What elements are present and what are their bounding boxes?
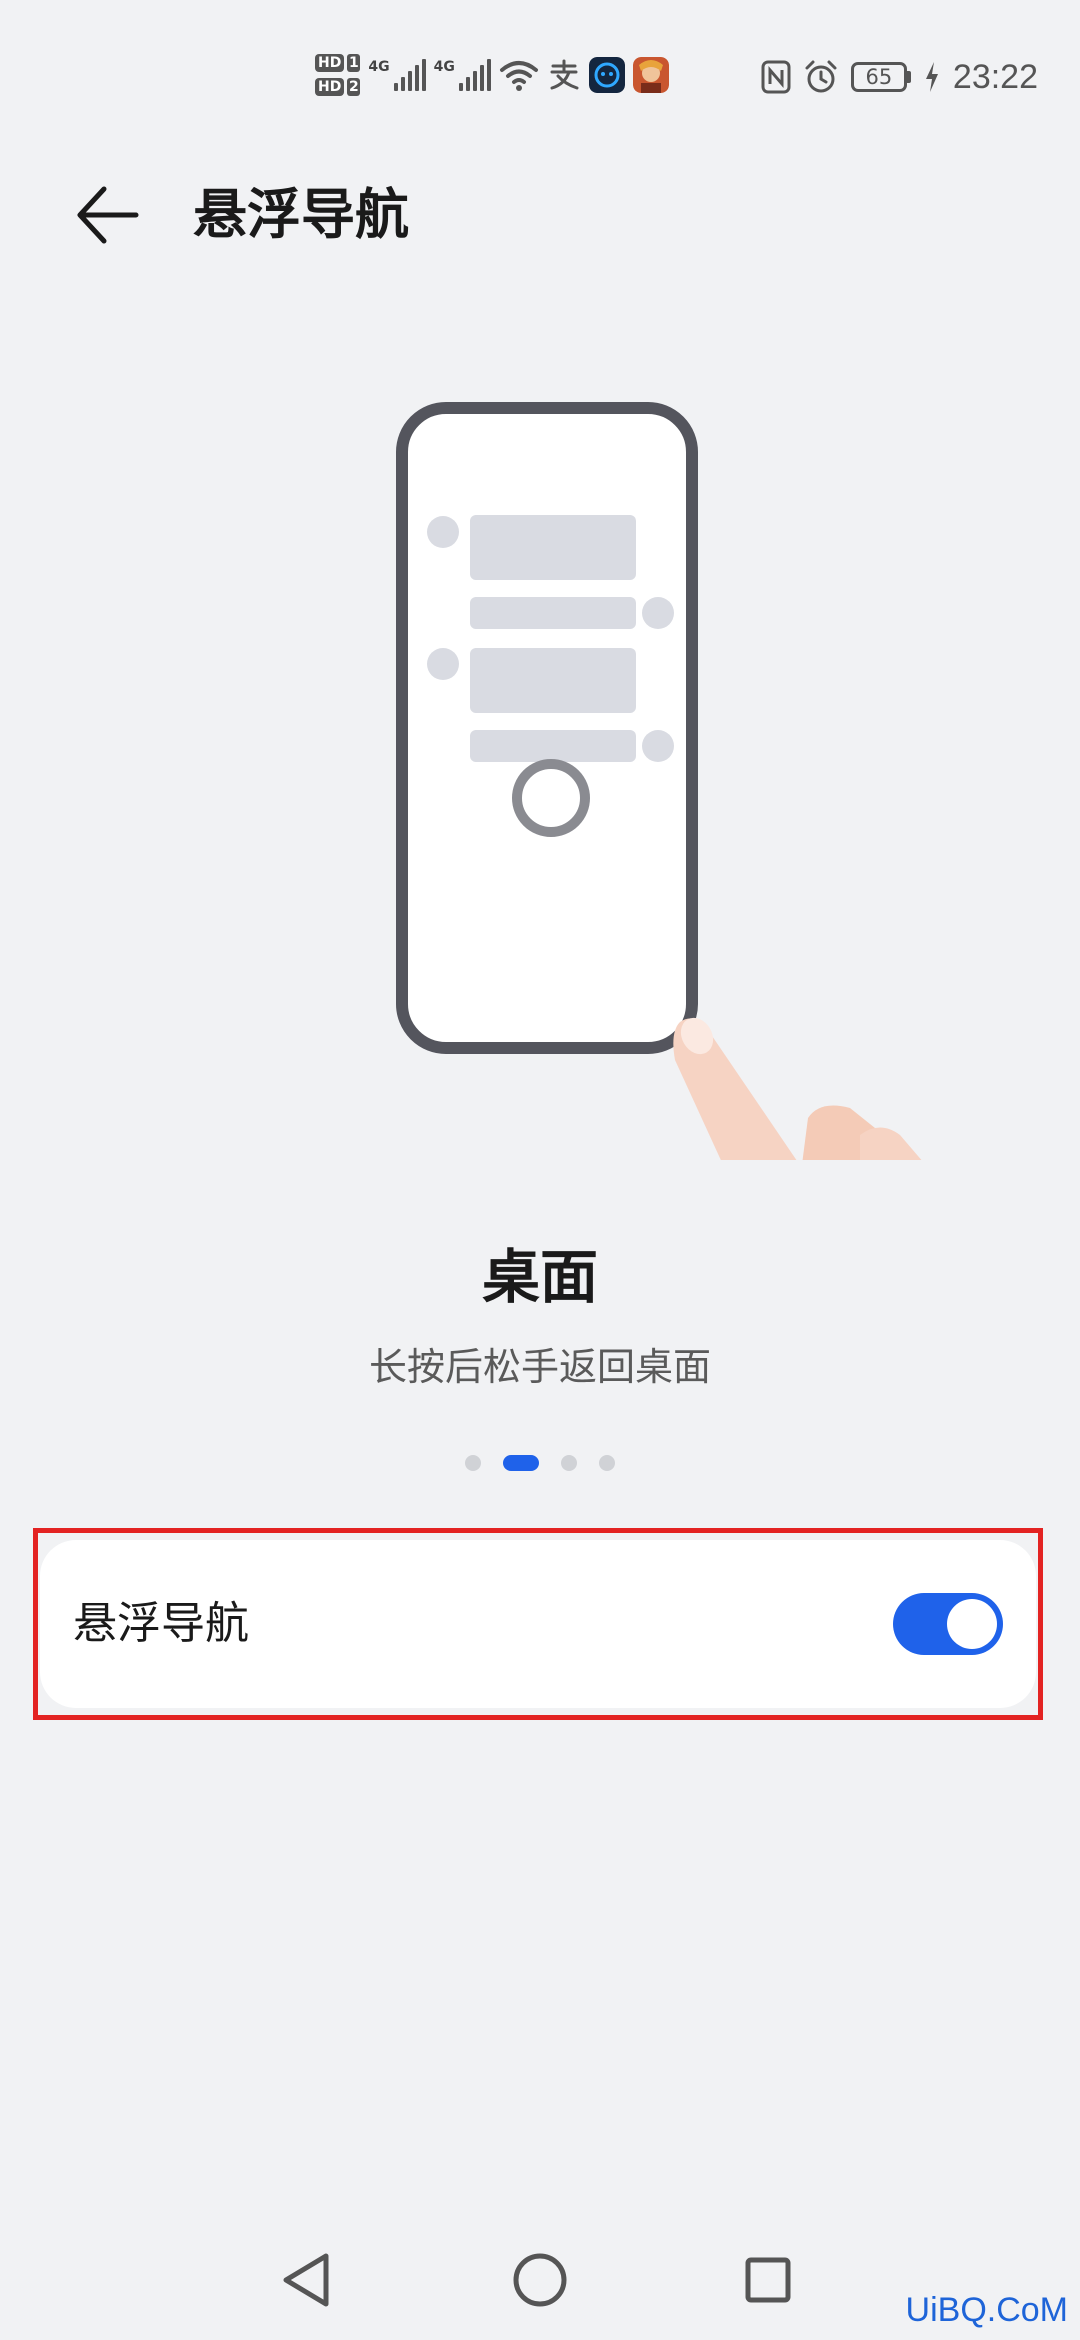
- triangle-back-icon: [283, 2253, 329, 2307]
- sim-number: 2: [347, 78, 361, 96]
- sim-number: 1: [347, 54, 361, 72]
- sim2-indicator: HD 2: [315, 78, 361, 96]
- status-bar: HD 1 HD 2 4G 4G 65 23:22: [0, 0, 1080, 120]
- signal-bars-icon: [458, 59, 491, 91]
- app-notification-icon: [588, 57, 625, 93]
- battery-tip: [906, 71, 911, 83]
- page-title: 悬浮导航: [193, 183, 409, 246]
- battery-level: 65: [850, 62, 907, 92]
- nfc-icon: [761, 60, 791, 94]
- page-dot[interactable]: [561, 1455, 577, 1471]
- wifi-icon: [499, 61, 538, 91]
- battery-indicator: 65: [850, 62, 911, 92]
- mode-title: 桌面: [481, 1243, 598, 1311]
- page-dot[interactable]: [465, 1455, 481, 1471]
- back-button[interactable]: [70, 175, 150, 255]
- sim1-indicator: HD 1: [315, 54, 361, 72]
- game-notification-icon: [632, 57, 669, 93]
- watermark: UiBQ.CoM: [905, 2291, 1068, 2329]
- sim-indicators: HD 1 HD 2: [315, 54, 361, 96]
- hd-badge: HD: [315, 78, 345, 96]
- system-nav-bar: UiBQ.CoM: [0, 2220, 1080, 2340]
- floating-nav-illustration: [396, 402, 922, 1160]
- nav-home-button[interactable]: [500, 2240, 580, 2320]
- annotation-highlight-box: [33, 1528, 1043, 1720]
- network-type-label: 4G: [368, 59, 390, 75]
- signal-bars-icon: [393, 59, 426, 91]
- nav-back-button[interactable]: [268, 2240, 348, 2320]
- page-dot[interactable]: [599, 1455, 615, 1471]
- page-dot-active[interactable]: [503, 1455, 539, 1471]
- arrow-left-icon: [77, 186, 139, 244]
- mode-description: 长按后松手返回桌面: [368, 1345, 711, 1389]
- signal-2: 4G: [434, 59, 491, 91]
- status-right: 65 23:22: [761, 52, 1038, 102]
- circle-home-icon: [513, 2253, 567, 2307]
- clock: 23:22: [952, 57, 1038, 96]
- charging-icon: [925, 62, 938, 92]
- screen: HD 1 HD 2 4G 4G 65 23:22 悬浮导航 桌面 长按后松手返回…: [0, 0, 1080, 2340]
- nav-recents-button[interactable]: [728, 2240, 808, 2320]
- signal-1: 4G: [368, 59, 426, 91]
- square-recents-icon: [745, 2257, 791, 2303]
- alarm-icon: [805, 60, 837, 93]
- page-indicator: [0, 1455, 1080, 1471]
- alipay-icon: [550, 59, 579, 90]
- status-left: HD 1 HD 2 4G 4G: [315, 50, 669, 100]
- network-type-label: 4G: [433, 59, 455, 75]
- hd-badge: HD: [315, 54, 345, 72]
